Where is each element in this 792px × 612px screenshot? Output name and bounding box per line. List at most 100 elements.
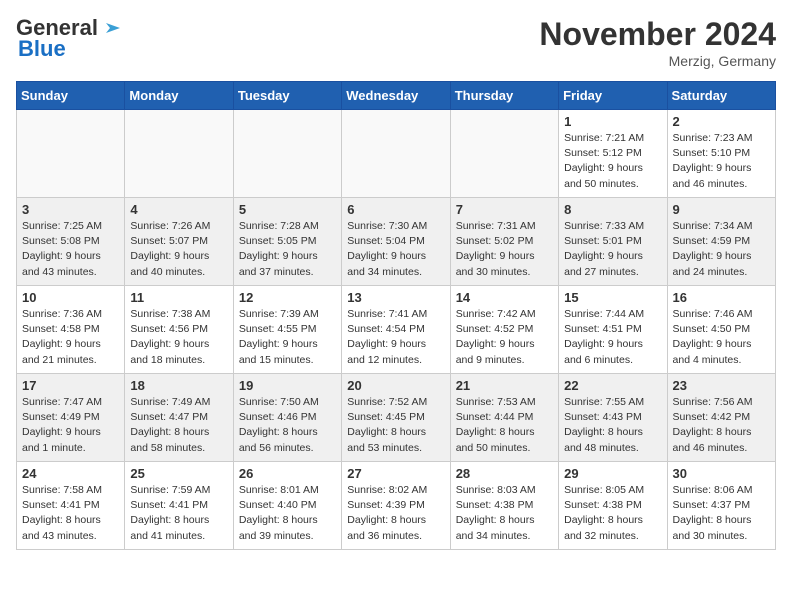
calendar-cell — [125, 110, 233, 198]
calendar-cell: 19Sunrise: 7:50 AM Sunset: 4:46 PM Dayli… — [233, 374, 341, 462]
calendar-cell: 6Sunrise: 7:30 AM Sunset: 5:04 PM Daylig… — [342, 198, 450, 286]
day-info: Sunrise: 7:38 AM Sunset: 4:56 PM Dayligh… — [130, 307, 227, 368]
page-header: General Blue November 2024 Merzig, Germa… — [16, 16, 776, 69]
calendar-cell: 29 Sunrise: 8:05 AM Sunset: 4:38 PM Dayli… — [559, 462, 667, 550]
header-saturday: Saturday — [667, 82, 775, 110]
day-info: Sunrise: 8:01 AM Sunset: 4:40 PM Dayligh… — [239, 483, 336, 544]
calendar-cell: 12 Sunrise: 7:39 AM Sunset: 4:55 PM Dayli… — [233, 286, 341, 374]
day-number: 10 — [22, 290, 119, 305]
calendar-cell: 4 Sunrise: 7:26 AM Sunset: 5:07 PM Daylig… — [125, 198, 233, 286]
day-info: Sunrise: 7:47 AM Sunset: 4:49 PM Dayligh… — [22, 395, 119, 456]
day-number: 23 — [673, 378, 770, 393]
calendar-cell: 28Sunrise: 8:03 AM Sunset: 4:38 PM Dayli… — [450, 462, 558, 550]
day-info: Sunrise: 7:52 AM Sunset: 4:45 PM Dayligh… — [347, 395, 444, 456]
day-info: Sunrise: 8:06 AM Sunset: 4:37 PM Dayligh… — [673, 483, 770, 544]
calendar-cell — [233, 110, 341, 198]
day-info: Sunrise: 8:02 AM Sunset: 4:39 PM Dayligh… — [347, 483, 444, 544]
logo-blue-text: Blue — [18, 36, 66, 62]
day-info: Sunrise: 7:36 AM Sunset: 4:58 PM Dayligh… — [22, 307, 119, 368]
day-info: Sunrise: 7:26 AM Sunset: 5:07 PM Dayligh… — [130, 219, 227, 280]
header-monday: Monday — [125, 82, 233, 110]
day-number: 4 — [130, 202, 227, 217]
day-number: 5 — [239, 202, 336, 217]
day-info: Sunrise: 7:23 AM Sunset: 5:10 PM Dayligh… — [673, 131, 770, 192]
calendar-cell: 2 Sunrise: 7:23 AM Sunset: 5:10 PM Daylig… — [667, 110, 775, 198]
calendar-cell: 13 Sunrise: 7:41 AM Sunset: 4:54 PM Dayli… — [342, 286, 450, 374]
day-number: 22 — [564, 378, 661, 393]
day-info: Sunrise: 7:41 AM Sunset: 4:54 PM Dayligh… — [347, 307, 444, 368]
calendar-cell: 27 Sunrise: 8:02 AM Sunset: 4:39 PM Dayli… — [342, 462, 450, 550]
day-info: Sunrise: 7:33 AM Sunset: 5:01 PM Dayligh… — [564, 219, 661, 280]
day-info: Sunrise: 7:21 AM Sunset: 5:12 PM Dayligh… — [564, 131, 661, 192]
calendar-cell: 22 Sunrise: 7:55 AM Sunset: 4:43 PM Dayli… — [559, 374, 667, 462]
day-info: Sunrise: 7:39 AM Sunset: 4:55 PM Dayligh… — [239, 307, 336, 368]
calendar-cell: 3 Sunrise: 7:25 AM Sunset: 5:08 PM Daylig… — [17, 198, 125, 286]
day-number: 12 — [239, 290, 336, 305]
day-number: 7 — [456, 202, 553, 217]
day-number: 16 — [673, 290, 770, 305]
header-sunday: Sunday — [17, 82, 125, 110]
location: Merzig, Germany — [539, 53, 776, 69]
calendar-cell: 5 Sunrise: 7:28 AM Sunset: 5:05 PM Daylig… — [233, 198, 341, 286]
calendar-week-row: 17 Sunrise: 7:47 AM Sunset: 4:49 PM Dayli… — [17, 374, 776, 462]
calendar-cell: 26Sunrise: 8:01 AM Sunset: 4:40 PM Dayli… — [233, 462, 341, 550]
day-info: Sunrise: 7:31 AM Sunset: 5:02 PM Dayligh… — [456, 219, 553, 280]
day-info: Sunrise: 7:30 AM Sunset: 5:04 PM Dayligh… — [347, 219, 444, 280]
day-number: 27 — [347, 466, 444, 481]
day-number: 21 — [456, 378, 553, 393]
calendar-cell: 10 Sunrise: 7:36 AM Sunset: 4:58 PM Dayli… — [17, 286, 125, 374]
calendar-week-row: 24Sunrise: 7:58 AM Sunset: 4:41 PM Dayli… — [17, 462, 776, 550]
calendar-cell: 9 Sunrise: 7:34 AM Sunset: 4:59 PM Daylig… — [667, 198, 775, 286]
day-info: Sunrise: 7:28 AM Sunset: 5:05 PM Dayligh… — [239, 219, 336, 280]
day-number: 20 — [347, 378, 444, 393]
calendar-cell — [17, 110, 125, 198]
header-wednesday: Wednesday — [342, 82, 450, 110]
calendar-cell: 8 Sunrise: 7:33 AM Sunset: 5:01 PM Daylig… — [559, 198, 667, 286]
calendar-header-row: SundayMondayTuesdayWednesdayThursdayFrid… — [17, 82, 776, 110]
header-friday: Friday — [559, 82, 667, 110]
day-number: 3 — [22, 202, 119, 217]
day-info: Sunrise: 7:53 AM Sunset: 4:44 PM Dayligh… — [456, 395, 553, 456]
day-info: Sunrise: 7:25 AM Sunset: 5:08 PM Dayligh… — [22, 219, 119, 280]
calendar-cell: 20 Sunrise: 7:52 AM Sunset: 4:45 PM Dayli… — [342, 374, 450, 462]
day-number: 30 — [673, 466, 770, 481]
calendar-cell: 14 Sunrise: 7:42 AM Sunset: 4:52 PM Dayli… — [450, 286, 558, 374]
day-number: 8 — [564, 202, 661, 217]
day-number: 28 — [456, 466, 553, 481]
logo: General Blue — [16, 16, 124, 62]
logo-arrow-icon — [102, 17, 124, 39]
day-number: 17 — [22, 378, 119, 393]
calendar-cell: 1Sunrise: 7:21 AM Sunset: 5:12 PM Daylig… — [559, 110, 667, 198]
day-number: 2 — [673, 114, 770, 129]
day-number: 13 — [347, 290, 444, 305]
day-number: 15 — [564, 290, 661, 305]
month-title: November 2024 — [539, 16, 776, 53]
title-block: November 2024 Merzig, Germany — [539, 16, 776, 69]
day-number: 9 — [673, 202, 770, 217]
day-info: Sunrise: 8:05 AM Sunset: 4:38 PM Dayligh… — [564, 483, 661, 544]
day-info: Sunrise: 7:44 AM Sunset: 4:51 PM Dayligh… — [564, 307, 661, 368]
day-info: Sunrise: 7:42 AM Sunset: 4:52 PM Dayligh… — [456, 307, 553, 368]
day-info: Sunrise: 7:34 AM Sunset: 4:59 PM Dayligh… — [673, 219, 770, 280]
day-info: Sunrise: 7:46 AM Sunset: 4:50 PM Dayligh… — [673, 307, 770, 368]
calendar-week-row: 10 Sunrise: 7:36 AM Sunset: 4:58 PM Dayli… — [17, 286, 776, 374]
calendar-cell: 23 Sunrise: 7:56 AM Sunset: 4:42 PM Dayli… — [667, 374, 775, 462]
calendar-cell: 7 Sunrise: 7:31 AM Sunset: 5:02 PM Daylig… — [450, 198, 558, 286]
day-info: Sunrise: 7:49 AM Sunset: 4:47 PM Dayligh… — [130, 395, 227, 456]
calendar-cell — [342, 110, 450, 198]
calendar-week-row: 1Sunrise: 7:21 AM Sunset: 5:12 PM Daylig… — [17, 110, 776, 198]
calendar-week-row: 3 Sunrise: 7:25 AM Sunset: 5:08 PM Daylig… — [17, 198, 776, 286]
day-number: 19 — [239, 378, 336, 393]
day-info: Sunrise: 7:58 AM Sunset: 4:41 PM Dayligh… — [22, 483, 119, 544]
header-tuesday: Tuesday — [233, 82, 341, 110]
calendar-cell — [450, 110, 558, 198]
day-number: 25 — [130, 466, 227, 481]
day-info: Sunrise: 7:56 AM Sunset: 4:42 PM Dayligh… — [673, 395, 770, 456]
calendar-cell: 25Sunrise: 7:59 AM Sunset: 4:41 PM Dayli… — [125, 462, 233, 550]
calendar-cell: 17 Sunrise: 7:47 AM Sunset: 4:49 PM Dayli… — [17, 374, 125, 462]
day-number: 29 — [564, 466, 661, 481]
day-info: Sunrise: 7:55 AM Sunset: 4:43 PM Dayligh… — [564, 395, 661, 456]
calendar-cell: 21 Sunrise: 7:53 AM Sunset: 4:44 PM Dayli… — [450, 374, 558, 462]
day-number: 14 — [456, 290, 553, 305]
calendar-cell: 11Sunrise: 7:38 AM Sunset: 4:56 PM Dayli… — [125, 286, 233, 374]
